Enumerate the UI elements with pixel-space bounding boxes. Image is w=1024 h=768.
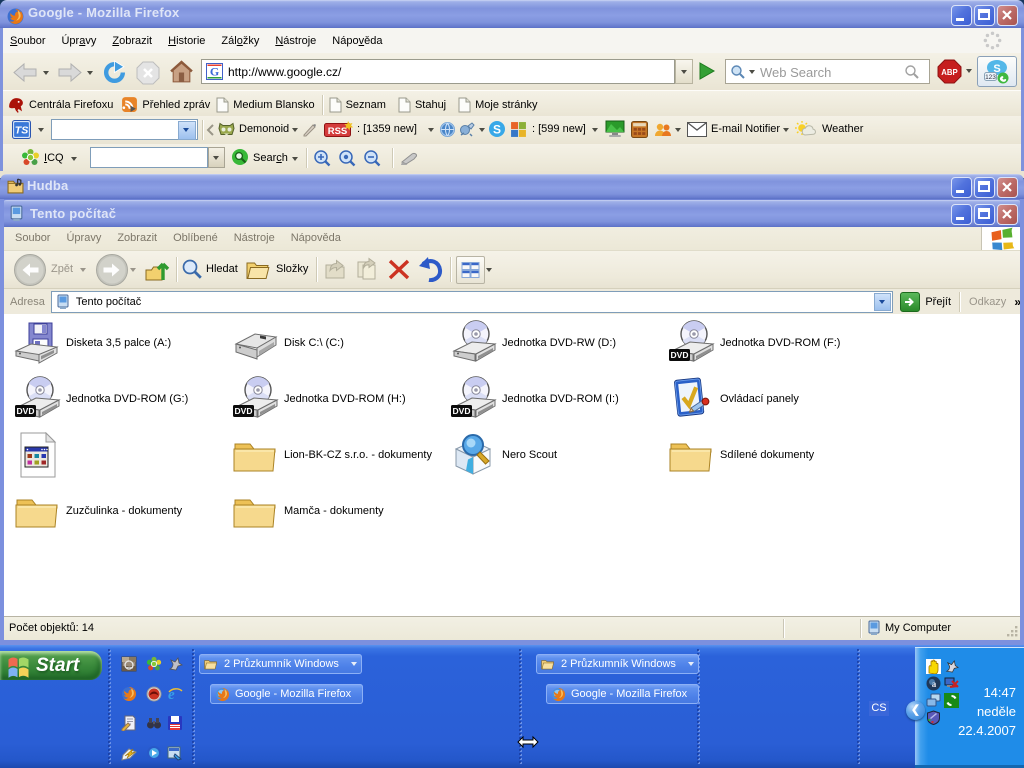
svg-text:S: S: [493, 123, 501, 137]
svg-text:DVD: DVD: [453, 406, 471, 416]
svg-text:TS: TS: [15, 125, 28, 137]
svg-text:DVD: DVD: [235, 406, 253, 416]
svg-text:ABP: ABP: [941, 68, 957, 77]
svg-text:RSS: RSS: [328, 126, 348, 137]
svg-text:123: 123: [985, 74, 996, 81]
svg-text:G: G: [210, 65, 219, 79]
svg-text:DVD: DVD: [17, 406, 35, 416]
svg-text:DVD: DVD: [671, 350, 689, 360]
svg-text:a: a: [932, 679, 937, 689]
